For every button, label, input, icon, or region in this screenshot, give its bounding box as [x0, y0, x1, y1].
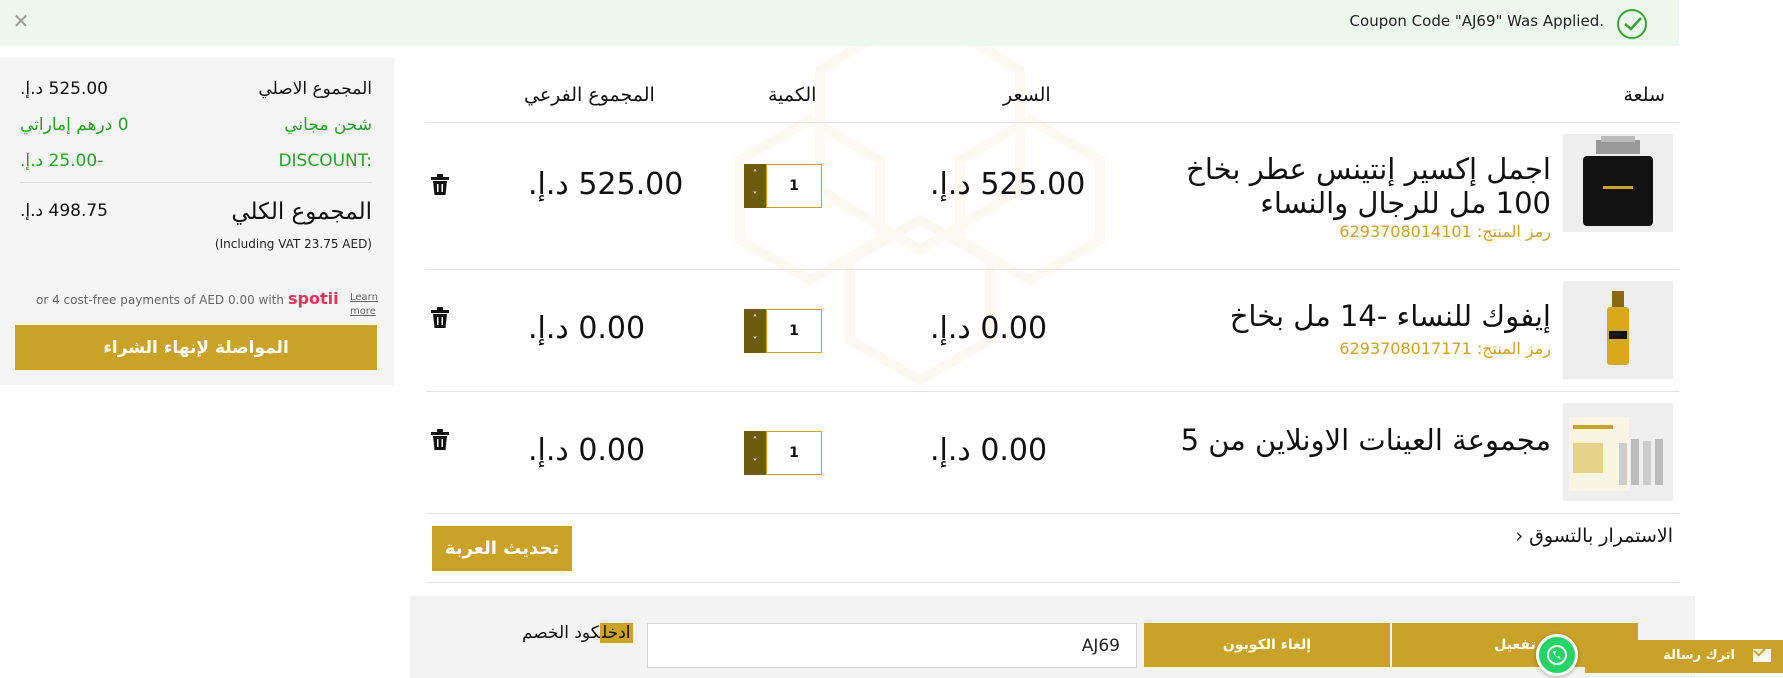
- summary-divider: [20, 182, 372, 183]
- item-price: 525.00 د.إ.: [930, 167, 1086, 202]
- grand-total-value: 498.75 د.إ.: [20, 201, 108, 221]
- item-price: 0.00 د.إ.: [930, 311, 1048, 346]
- notice-message: Coupon Code "AJ69" Was Applied.: [1349, 12, 1604, 30]
- whatsapp-icon[interactable]: [1536, 634, 1578, 676]
- quantity-input[interactable]: 1: [766, 431, 822, 475]
- coupon-label-text: كود الخصم: [522, 623, 601, 643]
- quantity-input[interactable]: 1: [766, 164, 822, 208]
- sku-value: 6293708014101: [1339, 222, 1472, 241]
- item-subtotal: 525.00 د.إ.: [528, 167, 684, 202]
- discount-value: -25.00 د.إ.: [20, 151, 104, 171]
- grand-total-label: المجموع الكلي: [231, 199, 372, 225]
- discount-label: DISCOUNT:: [278, 151, 372, 171]
- item-subtotal: 0.00 د.إ.: [528, 433, 646, 468]
- product-sku: رمز المنتج: 6293708017171: [1339, 339, 1551, 358]
- cancel-coupon-button[interactable]: إلغاء الكوبون: [1144, 623, 1390, 667]
- original-total-label: المجموع الاصلي: [258, 79, 372, 99]
- shipping-label: شحن مجاني: [284, 115, 372, 135]
- spotii-logo: spotii: [288, 289, 339, 308]
- cart-row: اجمل إكسير إنتينس عطر بخاخ 100 مل للرجال…: [426, 122, 1679, 244]
- shipping-value: 0 درهم إماراتي: [20, 115, 129, 135]
- chevron-up-icon[interactable]: ˄: [744, 164, 766, 186]
- product-sku: رمز المنتج: 6293708014101: [1339, 222, 1551, 241]
- trash-icon[interactable]: [430, 174, 452, 198]
- chevron-down-icon[interactable]: ˅: [744, 186, 766, 208]
- spotii-installments: or 4 cost-free payments of AED 0.00 with…: [36, 289, 378, 321]
- sku-label: رمز المنتج:: [1476, 339, 1551, 358]
- cart-table: سلعة السعر الكمية المجموع الفرعي اجمل إك…: [426, 70, 1679, 584]
- sku-label: رمز المنتج:: [1476, 222, 1551, 241]
- coupon-section: ادخلكود الخصم إلغاء الكوبون تفعيل: [410, 596, 1695, 678]
- discount-row: DISCOUNT: -25.00 د.إ.: [20, 151, 372, 175]
- proceed-to-checkout-button[interactable]: المواصلة لإنهاء الشراء: [15, 325, 377, 370]
- product-name[interactable]: اجمل إكسير إنتينس عطر بخاخ 100 مل للرجال…: [1171, 152, 1551, 220]
- product-image[interactable]: [1563, 403, 1673, 501]
- quantity-stepper[interactable]: ˄ ˅ 1: [744, 309, 822, 353]
- chevron-up-icon[interactable]: ˄: [744, 431, 766, 453]
- original-total-row: المجموع الاصلي 525.00 د.إ.: [20, 79, 372, 103]
- order-summary: المجموع الاصلي 525.00 د.إ. شحن مجاني 0 د…: [0, 57, 394, 385]
- original-total-value: 525.00 د.إ.: [20, 79, 108, 99]
- stepper-buttons: ˄ ˅: [744, 309, 766, 353]
- continue-shopping-link[interactable]: الاستمرار بالتسوق ‹: [1516, 525, 1674, 547]
- sku-value: 6293708017171: [1339, 339, 1472, 358]
- coupon-code-input[interactable]: [647, 623, 1137, 668]
- chevron-down-icon[interactable]: ˅: [744, 453, 766, 475]
- chevron-left-icon: ‹: [1515, 525, 1524, 547]
- chevron-up-icon[interactable]: ˄: [744, 309, 766, 331]
- stepper-buttons: ˄ ˅: [744, 164, 766, 208]
- header-basket: سلعة: [1623, 84, 1665, 106]
- coupon-label-highlight: ادخل: [600, 623, 633, 643]
- close-icon[interactable]: ✕: [11, 11, 31, 31]
- product-image[interactable]: [1563, 134, 1673, 232]
- trash-icon[interactable]: [430, 307, 452, 331]
- trash-icon[interactable]: [430, 429, 452, 453]
- item-subtotal: 0.00 د.إ.: [528, 311, 646, 346]
- cart-row: إيفوك للنساء -14 مل بخاخ رمز المنتج: 629…: [426, 269, 1679, 391]
- product-name[interactable]: مجموعة العينات الاونلاين من 5: [1181, 423, 1551, 457]
- spotii-text: or 4 cost-free payments of AED 0.00 with: [36, 293, 284, 307]
- product-name[interactable]: إيفوك للنساء -14 مل بخاخ: [1230, 299, 1551, 333]
- header-subtotal: المجموع الفرعي: [524, 84, 655, 106]
- quantity-input[interactable]: 1: [766, 309, 822, 353]
- quantity-stepper[interactable]: ˄ ˅ 1: [744, 164, 822, 208]
- product-image[interactable]: [1563, 281, 1673, 379]
- success-check-icon: [1617, 9, 1647, 39]
- header-price: السعر: [1003, 84, 1051, 106]
- chevron-down-icon[interactable]: ˅: [744, 331, 766, 353]
- stepper-buttons: ˄ ˅: [744, 431, 766, 475]
- coupon-applied-notice: ✕ Coupon Code "AJ69" Was Applied.: [0, 0, 1679, 46]
- mail-icon: [1753, 649, 1771, 662]
- spotii-learn-more-link[interactable]: Learn more: [350, 291, 378, 319]
- continue-shopping-label: الاستمرار بالتسوق: [1529, 525, 1673, 547]
- cart-row: مجموعة العينات الاونلاين من 5 0.00 د.إ. …: [426, 391, 1679, 513]
- vat-note: (Including VAT 23.75 AED): [214, 237, 372, 251]
- coupon-label: ادخلكود الخصم: [522, 623, 633, 643]
- actions-divider: [426, 582, 1679, 583]
- header-quantity: الكمية: [768, 84, 817, 106]
- row-divider: [426, 513, 1679, 514]
- leave-message-button[interactable]: اترك رسالة: [1585, 640, 1783, 673]
- item-price: 0.00 د.إ.: [930, 433, 1048, 468]
- quantity-stepper[interactable]: ˄ ˅ 1: [744, 431, 822, 475]
- leave-message-label: اترك رسالة: [1663, 648, 1735, 663]
- cart-page: ✕ Coupon Code "AJ69" Was Applied. المجمو…: [0, 0, 1783, 678]
- shipping-row: شحن مجاني 0 درهم إماراتي: [20, 115, 372, 139]
- update-cart-button[interactable]: تحديث العربة: [432, 526, 572, 571]
